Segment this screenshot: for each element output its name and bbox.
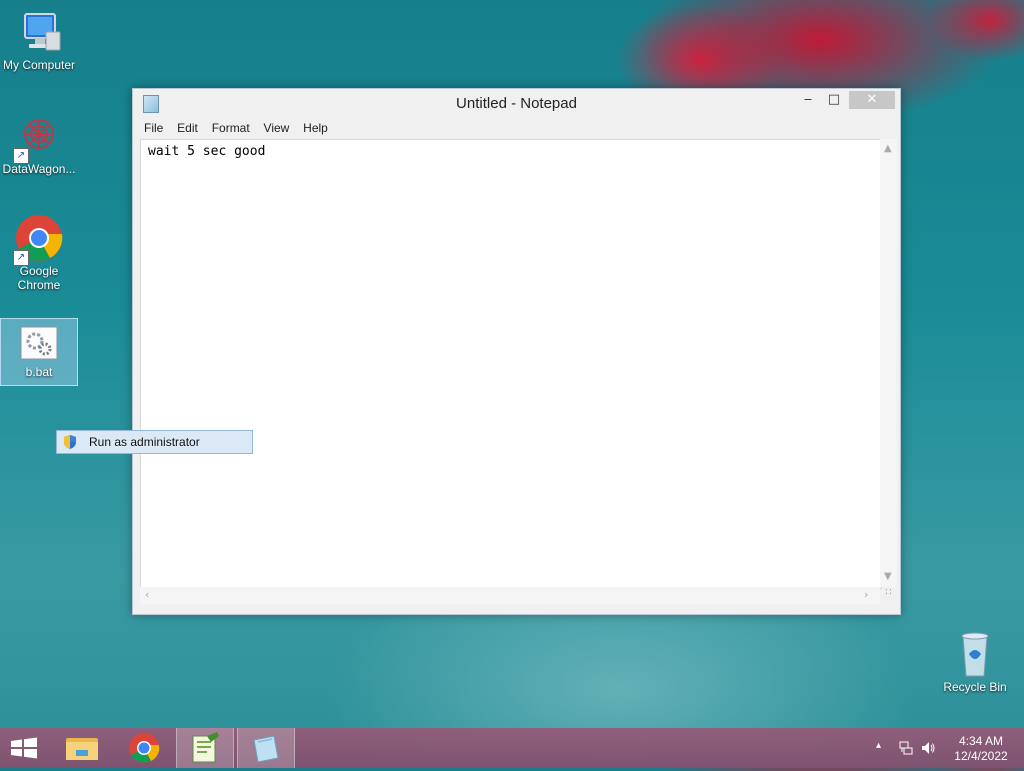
notepadpp-icon	[192, 732, 219, 763]
desktop-icon-my-computer[interactable]: My Computer	[1, 8, 77, 72]
horizontal-scrollbar[interactable]: ‹ ›	[140, 587, 880, 604]
computer-icon	[15, 8, 63, 56]
system-clock[interactable]: 4:34 AM 12/4/2022	[948, 734, 1014, 764]
desktop-icon-recycle-bin[interactable]: Recycle Bin	[937, 630, 1013, 694]
editor-content: wait 5 sec good	[148, 144, 266, 159]
desktop-icon-label: Recycle Bin	[943, 680, 1007, 694]
taskbar-notepad-plus-plus[interactable]	[176, 728, 234, 768]
windows-logo-icon	[11, 737, 37, 759]
scroll-down-icon[interactable]: ▼	[884, 571, 892, 582]
clock-time: 4:34 AM	[958, 734, 1004, 748]
maximize-button[interactable]: □	[823, 91, 845, 109]
network-icon[interactable]	[898, 740, 914, 756]
chrome-icon	[129, 733, 160, 763]
shortcut-arrow-icon: ↗	[13, 148, 29, 164]
uac-shield-icon	[62, 434, 78, 450]
desktop-icon-label: DataWagon...	[2, 162, 76, 176]
recycle-bin-icon	[951, 630, 999, 678]
window-title: Untitled - Notepad	[456, 95, 577, 112]
show-hidden-icons-button[interactable]: ▴	[876, 740, 881, 751]
minimize-button[interactable]: ‒	[798, 91, 818, 109]
context-menu: Run as administrator	[56, 430, 253, 454]
taskbar-notepad[interactable]	[237, 728, 295, 768]
datawagon-icon: ↗	[13, 112, 63, 164]
folder-icon	[66, 738, 98, 760]
close-button[interactable]: ✕	[849, 91, 895, 109]
desktop-icon-label: Google Chrome	[17, 264, 61, 292]
desktop-icon-b-bat[interactable]: b.bat	[0, 318, 78, 386]
menu-bar: File Edit Format View Help	[139, 119, 333, 137]
menu-edit[interactable]: Edit	[172, 119, 203, 137]
chrome-icon: ↗	[13, 214, 63, 266]
menu-help[interactable]: Help	[298, 119, 333, 137]
shortcut-arrow-icon: ↗	[13, 250, 29, 266]
taskbar-google-chrome[interactable]	[116, 728, 172, 768]
menu-file[interactable]: File	[139, 119, 168, 137]
desktop-icon-label: My Computer	[2, 58, 76, 72]
scroll-up-icon[interactable]: ▲	[884, 143, 892, 154]
clock-date: 12/4/2022	[954, 749, 1008, 763]
taskbar-file-explorer[interactable]	[54, 728, 110, 768]
batch-file-icon	[15, 325, 63, 363]
notepad-icon	[253, 735, 279, 763]
scroll-right-icon[interactable]: ›	[864, 588, 868, 601]
context-menu-item-run-as-administrator[interactable]: Run as administrator	[57, 431, 252, 453]
system-tray: ▴	[874, 728, 944, 768]
menu-format[interactable]: Format	[207, 119, 255, 137]
text-editor[interactable]: wait 5 sec good	[140, 139, 882, 589]
notepad-window[interactable]: Untitled - Notepad ‒ □ ✕ File Edit Forma…	[132, 88, 901, 615]
start-button[interactable]	[0, 728, 48, 768]
title-bar[interactable]: Untitled - Notepad ‒ □ ✕	[133, 89, 900, 117]
desktop-icon-datawagon[interactable]: ↗ DataWagon...	[1, 112, 77, 176]
desktop-icon-google-chrome[interactable]: ↗ Google Chrome	[1, 214, 77, 292]
scroll-left-icon[interactable]: ‹	[145, 588, 149, 601]
taskbar: ▴ 4:34 AM 12/4/2022	[0, 728, 1024, 768]
vertical-scrollbar[interactable]: ▲ ▼	[880, 139, 897, 587]
context-menu-label: Run as administrator	[89, 435, 200, 449]
desktop-icon-label: b.bat	[25, 365, 53, 379]
volume-icon[interactable]	[920, 740, 936, 756]
menu-view[interactable]: View	[259, 119, 295, 137]
resize-grip-icon[interactable]: ∷	[880, 587, 897, 604]
